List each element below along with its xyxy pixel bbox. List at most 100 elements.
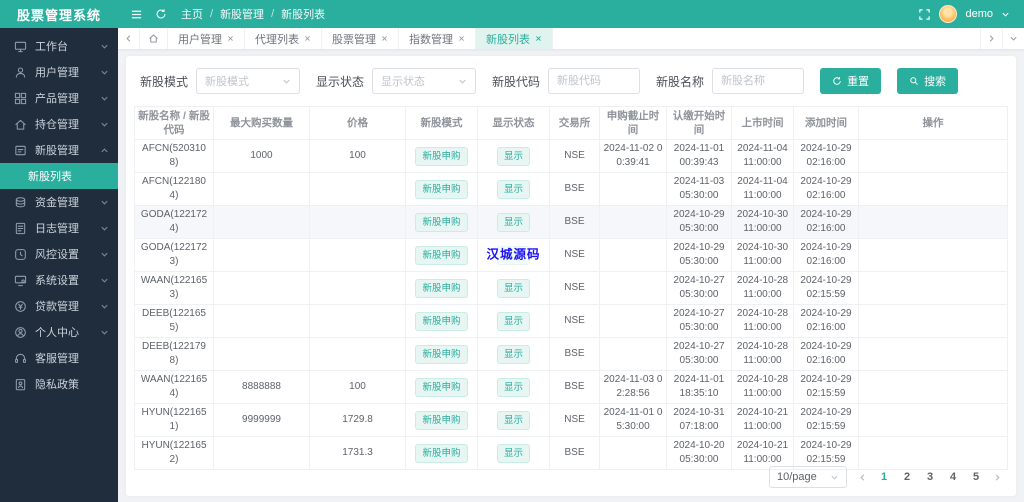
table-row: DEEB(1221798) 新股申购 显示 BSE 2024-10-27 05:30:0… bbox=[134, 337, 1008, 372]
fullscreen-icon[interactable] bbox=[918, 8, 931, 21]
breadcrumb-home[interactable]: 主页 bbox=[181, 6, 203, 22]
status-tag[interactable]: 显示 bbox=[496, 212, 530, 232]
next-page-icon[interactable] bbox=[993, 473, 1002, 482]
tab-4[interactable]: 新股列表 bbox=[476, 28, 553, 49]
status-tag[interactable]: 显示 bbox=[496, 146, 530, 166]
cell-op bbox=[858, 172, 1008, 207]
hamburger-icon[interactable] bbox=[130, 8, 143, 21]
cell-name: WAAN(1221654) bbox=[134, 370, 214, 405]
reset-button[interactable]: 重置 bbox=[820, 68, 882, 94]
cell-name: AFCN(5203108) bbox=[134, 139, 214, 174]
sidebar-item-9[interactable]: 贷款管理 bbox=[0, 293, 118, 319]
cell-price bbox=[309, 337, 406, 372]
tab-3[interactable]: 指数管理 bbox=[399, 28, 476, 49]
monitor-icon bbox=[14, 40, 27, 53]
close-icon[interactable] bbox=[304, 35, 311, 42]
breadcrumb-section[interactable]: 新股管理 bbox=[220, 6, 264, 22]
sidebar-item-4[interactable]: 新股管理 bbox=[0, 137, 118, 163]
cell-deadline bbox=[599, 205, 667, 240]
table-row: WAAN(1221653) 新股申购 显示 NSE 2024-10-27 05:30:0… bbox=[134, 271, 1008, 306]
cell-status: 显示 bbox=[477, 370, 550, 405]
mode-select[interactable]: 新股模式 bbox=[196, 68, 301, 94]
table-row: HYUN(1221651) 9999999 1729.8 新股申购 显示 NSE 2024-… bbox=[134, 403, 1008, 438]
cell-status: 显示 bbox=[477, 139, 550, 174]
page-number-3[interactable]: 3 bbox=[924, 471, 936, 483]
breadcrumb: 主页 / 新股管理 / 新股列表 bbox=[181, 6, 325, 22]
tabs-menu-icon[interactable] bbox=[1002, 28, 1024, 49]
cell-added_time: 2024-10-29 02:15:59 bbox=[793, 370, 859, 405]
cell-listing_time: 2024-11-04 11:00:00 bbox=[731, 139, 794, 174]
status-tag[interactable]: 显示 bbox=[496, 344, 530, 364]
sidebar-item-1[interactable]: 用户管理 bbox=[0, 59, 118, 85]
page-number-1[interactable]: 1 bbox=[878, 471, 890, 483]
close-icon[interactable] bbox=[535, 35, 542, 42]
refresh-icon[interactable] bbox=[155, 8, 167, 20]
status-tag[interactable]: 显示 bbox=[496, 311, 530, 331]
table-row: WAAN(1221654) 8888888 100 新股申购 显示 BSE 2024-11-… bbox=[134, 370, 1008, 405]
cell-price: 100 bbox=[309, 370, 406, 405]
cell-mode: 新股申购 bbox=[405, 205, 478, 240]
close-icon[interactable] bbox=[458, 35, 465, 42]
column-header-10: 操作 bbox=[858, 105, 1008, 141]
sidebar-item-0[interactable]: 工作台 bbox=[0, 33, 118, 59]
status-tag[interactable]: 显示 bbox=[496, 443, 530, 463]
new-stock-table: 新股名称 / 新股代码 最大购买数量 价格 新股模式 显示状态 交易所 申购截止时间 认缴开始… bbox=[134, 105, 1008, 471]
cell-deadline bbox=[599, 304, 667, 339]
sidebar-item-10[interactable]: 个人中心 bbox=[0, 319, 118, 345]
cell-subscribe_start: 2024-10-27 05:30:00 bbox=[666, 304, 732, 339]
support-icon bbox=[14, 352, 27, 365]
tab-0[interactable]: 用户管理 bbox=[168, 28, 245, 49]
tab-1[interactable]: 代理列表 bbox=[245, 28, 322, 49]
name-input[interactable] bbox=[712, 68, 805, 94]
status-tag[interactable]: 显示 bbox=[496, 179, 530, 199]
sidebar-item-2[interactable]: 产品管理 bbox=[0, 85, 118, 111]
status-tag[interactable]: 显示 bbox=[496, 410, 530, 430]
profile-icon bbox=[14, 326, 27, 339]
cell-op bbox=[858, 271, 1008, 306]
sidebar-item-5[interactable]: 资金管理 bbox=[0, 189, 118, 215]
sidebar-item-6[interactable]: 日志管理 bbox=[0, 215, 118, 241]
search-button[interactable]: 搜索 bbox=[897, 68, 959, 94]
sidebar-item-7[interactable]: 风控设置 bbox=[0, 241, 118, 267]
status-tag[interactable]: 显示 bbox=[496, 278, 530, 298]
sidebar-item-11[interactable]: 客服管理 bbox=[0, 345, 118, 371]
page-number-4[interactable]: 4 bbox=[947, 471, 959, 483]
sidebar-item-label: 持仓管理 bbox=[35, 119, 79, 131]
cell-status: 显示 bbox=[477, 271, 550, 306]
mode-tag: 新股申购 bbox=[415, 245, 468, 265]
status-tag[interactable]: 显示 bbox=[496, 377, 530, 397]
avatar[interactable] bbox=[939, 5, 958, 23]
risk-clock-icon bbox=[14, 248, 27, 261]
code-input[interactable] bbox=[548, 68, 641, 94]
close-icon[interactable] bbox=[227, 35, 234, 42]
page-number-2[interactable]: 2 bbox=[901, 471, 913, 483]
filter-mode-label: 新股模式 bbox=[140, 74, 189, 89]
cell-op bbox=[858, 139, 1008, 174]
close-icon[interactable] bbox=[381, 35, 388, 42]
prev-page-icon[interactable] bbox=[858, 473, 867, 482]
sidebar-item-12[interactable]: 隐私政策 bbox=[0, 371, 118, 397]
app-title: 股票管理系统 bbox=[16, 7, 101, 23]
tab-2[interactable]: 股票管理 bbox=[322, 28, 399, 49]
sidebar-subitem-0[interactable]: 新股列表 bbox=[0, 163, 118, 189]
page-number-5[interactable]: 5 bbox=[970, 471, 982, 483]
cell-max_buy bbox=[213, 271, 310, 306]
tab-home[interactable] bbox=[140, 28, 168, 49]
sidebar-item-8[interactable]: 系统设置 bbox=[0, 267, 118, 293]
cell-mode: 新股申购 bbox=[405, 271, 478, 306]
privacy-icon bbox=[14, 378, 27, 391]
tabs-scroll-left-icon[interactable] bbox=[118, 28, 140, 49]
tabs-scroll-right-icon[interactable] bbox=[980, 28, 1002, 49]
cell-deadline bbox=[599, 238, 667, 273]
cell-added_time: 2024-10-29 02:16:00 bbox=[793, 238, 859, 273]
cell-price bbox=[309, 238, 406, 273]
sidebar-item-3[interactable]: 持仓管理 bbox=[0, 111, 118, 137]
status-select[interactable]: 显示状态 bbox=[372, 68, 477, 94]
cell-exchange: NSE bbox=[549, 403, 600, 438]
sidebar-item-label: 工作台 bbox=[35, 41, 68, 53]
username[interactable]: demo bbox=[965, 8, 993, 20]
page-size-select[interactable]: 10/page bbox=[769, 466, 847, 488]
cell-exchange: BSE bbox=[549, 337, 600, 372]
chevron-down-icon[interactable] bbox=[1001, 10, 1010, 19]
new-stock-list-card: 新股模式 新股模式 显示状态 显示状态 新股代码 新股名称 重置 bbox=[126, 56, 1016, 496]
